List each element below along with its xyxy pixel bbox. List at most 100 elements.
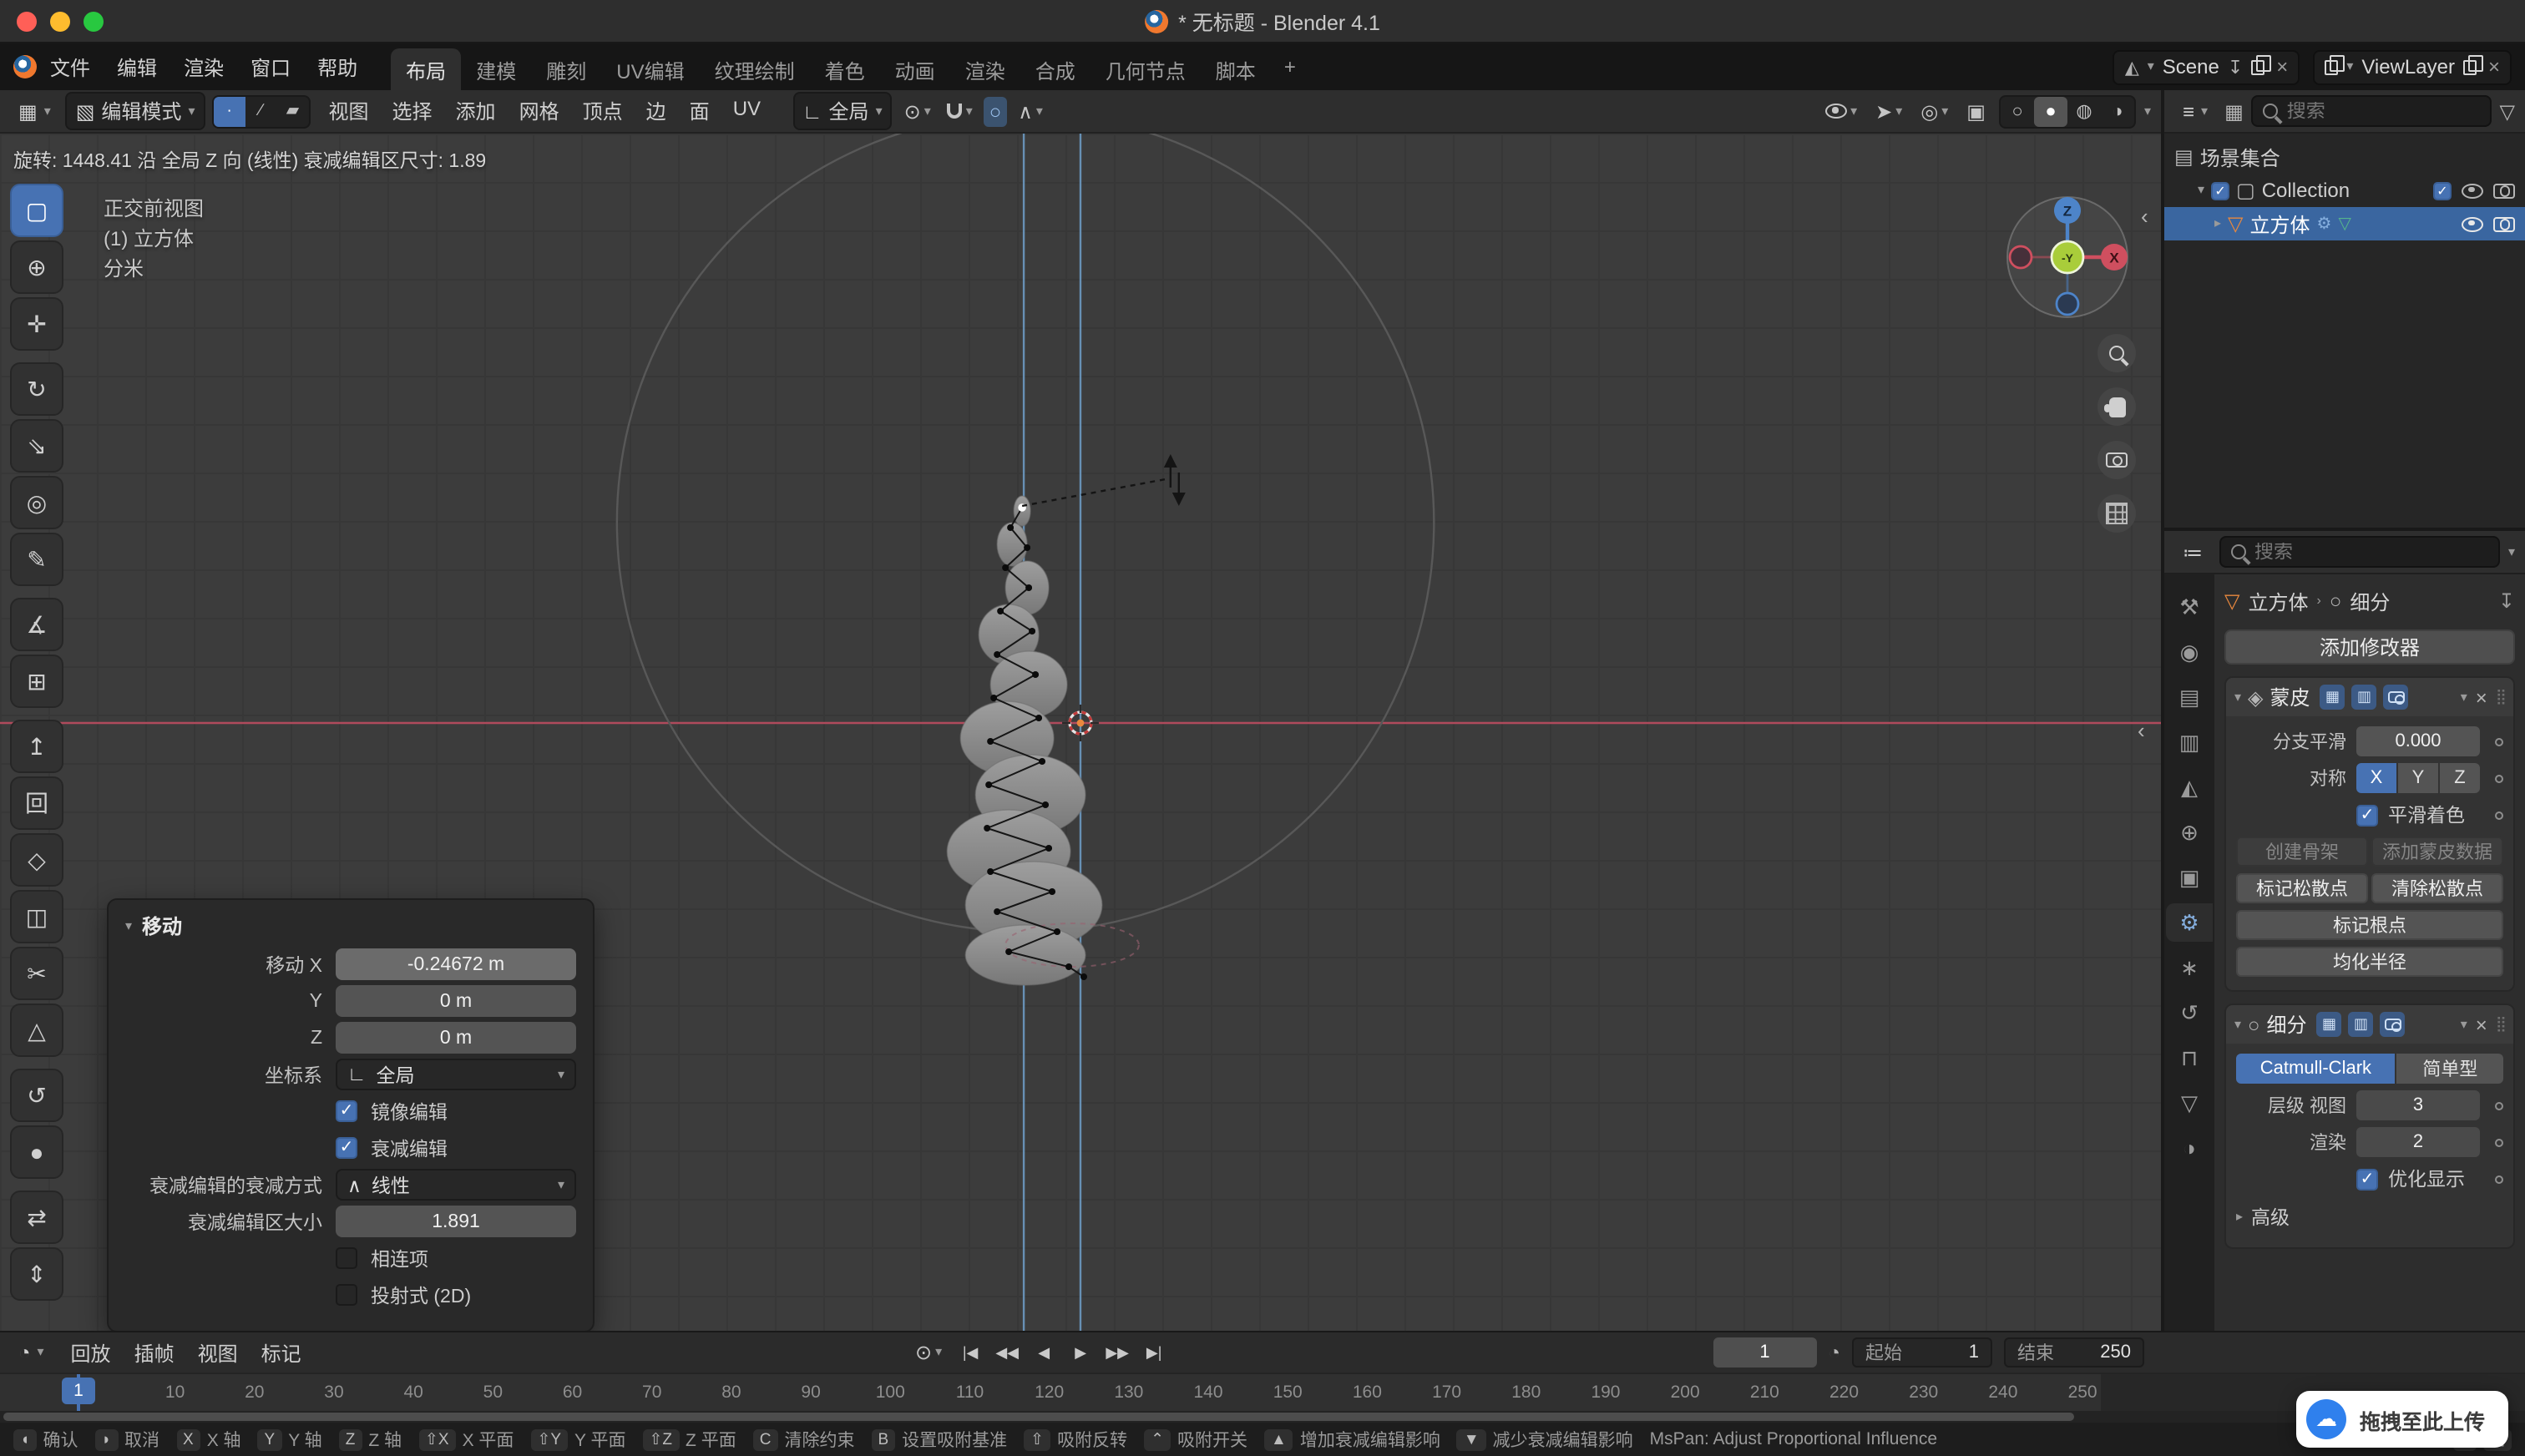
pin-icon[interactable]: ↧ <box>2498 589 2515 613</box>
tab-output[interactable]: ▤ <box>2166 678 2213 716</box>
camera-icon[interactable] <box>2493 183 2515 198</box>
scale-tool[interactable]: ⇘ <box>10 419 63 473</box>
move-tool[interactable]: ✛ <box>10 297 63 351</box>
add-modifier-button[interactable]: 添加修改器 <box>2224 629 2515 665</box>
menu-view[interactable]: 视图 <box>316 97 380 125</box>
workspace-tab-uv-editing[interactable]: UV编辑 <box>601 48 699 90</box>
tab-constraints[interactable]: ⊓ <box>2166 1039 2213 1077</box>
realtime-toggle[interactable]: ▥ <box>2349 1012 2374 1037</box>
panel-open-icon[interactable]: ▾ <box>2234 690 2241 704</box>
clear-loose-button[interactable]: 清除松散点 <box>2371 873 2503 903</box>
shading-solid-button[interactable]: ● <box>2034 96 2067 126</box>
tab-render[interactable]: ◉ <box>2166 633 2213 671</box>
workspace-tab-rendering[interactable]: 渲染 <box>950 48 1020 90</box>
bevel-tool[interactable]: ◇ <box>10 833 63 887</box>
knife-tool[interactable]: ✂ <box>10 947 63 1000</box>
menu-mesh[interactable]: 网格 <box>508 97 571 125</box>
operator-panel[interactable]: ▾ 移动 移动 X -0.24672 m Y 0 m Z 0 m <box>107 898 595 1331</box>
navigation-gizmo[interactable]: Z X -Y <box>2001 190 2134 324</box>
playhead-badge[interactable]: 1 <box>62 1378 95 1404</box>
proportional-size-field[interactable]: 1.891 <box>336 1206 576 1237</box>
mirror-editing-checkbox[interactable] <box>336 1100 357 1122</box>
extrude-region-tool[interactable]: ↥ <box>10 720 63 773</box>
expand-icon[interactable]: ▸ <box>2214 217 2221 230</box>
breadcrumb-object[interactable]: 立方体 <box>2248 587 2308 615</box>
menu-help[interactable]: 帮助 <box>304 53 371 81</box>
next-keyframe-button[interactable]: ▶▶ <box>1101 1337 1134 1368</box>
proportional-editing-checkbox[interactable] <box>336 1137 357 1159</box>
mark-root-button[interactable]: 标记根点 <box>2236 910 2503 940</box>
menu-file[interactable]: 文件 <box>37 53 104 81</box>
tab-physics[interactable]: ↺ <box>2166 993 2213 1032</box>
pan-button[interactable] <box>2097 387 2136 426</box>
scene-selector[interactable]: ◭ ▾ Scene ↧ × <box>2113 49 2300 84</box>
poly-build-tool[interactable]: △ <box>10 1004 63 1057</box>
tweak-select-tool[interactable]: ▢ <box>10 184 63 237</box>
outliner-editor-type-button[interactable]: ≡ ▾ <box>2174 96 2216 126</box>
maximize-window-button[interactable] <box>83 11 104 31</box>
collection-enable-checkbox[interactable] <box>2433 181 2452 200</box>
levels-render-field[interactable]: 2 <box>2356 1127 2480 1157</box>
optimal-display-checkbox[interactable] <box>2356 1168 2378 1190</box>
remove-viewlayer-icon[interactable]: × <box>2488 55 2500 78</box>
menu-window[interactable]: 窗口 <box>237 53 304 81</box>
chevron-down-icon[interactable]: ▾ <box>2508 545 2515 559</box>
rotate-tool[interactable]: ↻ <box>10 362 63 416</box>
outliner-row-scene-collection[interactable]: ▤ 场景集合 <box>2164 140 2525 174</box>
camera-icon[interactable] <box>2493 216 2515 231</box>
gizmos-dropdown[interactable]: ➤ ▾ <box>1870 96 1907 126</box>
tab-view-layer[interactable]: ▥ <box>2166 723 2213 761</box>
menu-select[interactable]: 选择 <box>381 97 444 125</box>
panel-collapse-icon[interactable]: ‹ <box>2138 718 2145 743</box>
menu-face[interactable]: 面 <box>678 97 721 125</box>
extras-dropdown-icon[interactable]: ▾ <box>2461 1018 2467 1031</box>
drag-handle-icon[interactable]: ⣿ <box>2496 1015 2505 1034</box>
gizmo-neg-z-axis[interactable] <box>2057 293 2078 315</box>
outliner-row-collection[interactable]: ▾ ▢ Collection <box>2164 174 2525 207</box>
subdivision-modifier-name[interactable]: 细分 <box>2267 1010 2307 1039</box>
workspace-tab-sculpting[interactable]: 雕刻 <box>531 48 601 90</box>
viewlayer-selector[interactable]: ▾ ViewLayer × <box>2313 49 2512 84</box>
create-armature-button[interactable]: 创建骨架 <box>2236 837 2368 867</box>
move-x-field[interactable]: -0.24672 m <box>336 948 576 980</box>
shading-dropdown-icon[interactable]: ▾ <box>2144 104 2151 118</box>
viewlayer-browse-chevron-icon[interactable]: ▾ <box>2346 60 2353 73</box>
properties-search[interactable] <box>2219 536 2500 568</box>
measure-tool[interactable]: ∡ <box>10 598 63 651</box>
upload-dropzone[interactable]: ☁ 拖拽至此上传 <box>2296 1391 2508 1448</box>
render-toggle[interactable] <box>2384 685 2409 710</box>
jump-to-start-button[interactable]: |◀ <box>954 1337 987 1368</box>
render-toggle[interactable] <box>2381 1012 2406 1037</box>
menu-marker[interactable]: 标记 <box>250 1338 313 1367</box>
workspace-tab-modeling[interactable]: 建模 <box>461 48 531 90</box>
realtime-toggle[interactable]: ▥ <box>2352 685 2377 710</box>
breadcrumb-modifier[interactable]: 细分 <box>2350 587 2390 615</box>
cursor-tool[interactable]: ⊕ <box>10 240 63 294</box>
animate-dot-icon[interactable] <box>2495 737 2503 746</box>
workspace-tab-geometry-nodes[interactable]: 几何节点 <box>1090 48 1201 90</box>
tab-modifiers[interactable]: ⚙ <box>2166 903 2213 942</box>
new-scene-icon[interactable] <box>2251 59 2264 74</box>
close-icon[interactable]: × <box>2476 1013 2487 1036</box>
shading-rendered-button[interactable]: ◑ <box>2101 96 2134 126</box>
workspace-tab-scripting[interactable]: 脚本 <box>1201 48 1271 90</box>
shading-material-button[interactable]: ◍ <box>2067 96 2101 126</box>
annotate-tool[interactable]: ✎ <box>10 533 63 586</box>
symmetry-z-button[interactable]: Z <box>2440 763 2480 793</box>
levels-viewport-field[interactable]: 3 <box>2356 1090 2480 1120</box>
transform-tool[interactable]: ◎ <box>10 476 63 529</box>
catmull-clark-button[interactable]: Catmull-Clark <box>2236 1054 2396 1084</box>
editor-type-button[interactable]: ▦ ▾ <box>10 96 59 126</box>
connected-only-checkbox[interactable] <box>336 1247 357 1269</box>
skin-modifier-name[interactable]: 蒙皮 <box>2270 683 2310 711</box>
menu-vertex[interactable]: 顶点 <box>571 97 635 125</box>
vertex-select-mode-button[interactable]: ∙ <box>213 96 245 126</box>
smooth-shading-checkbox[interactable] <box>2356 804 2378 826</box>
scene-name[interactable]: Scene <box>2163 55 2219 78</box>
viewlayer-name[interactable]: ViewLayer <box>2361 55 2455 78</box>
symmetry-y-button[interactable]: Y <box>2398 763 2438 793</box>
perspective-toggle-button[interactable] <box>2097 494 2136 533</box>
close-window-button[interactable] <box>17 11 37 31</box>
add-workspace-button[interactable]: + <box>1271 55 1309 78</box>
spin-tool[interactable]: ↺ <box>10 1069 63 1122</box>
